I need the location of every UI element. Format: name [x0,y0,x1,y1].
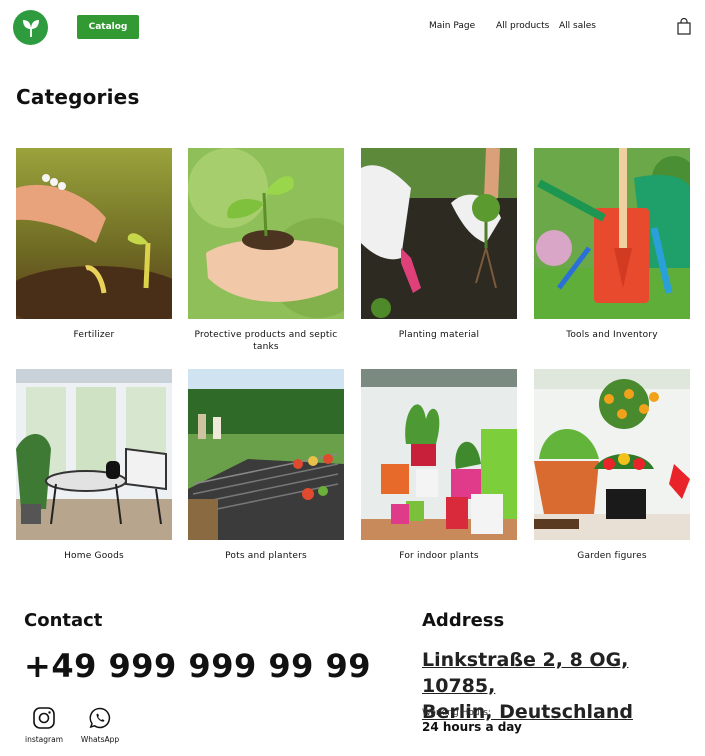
whatsapp-icon [89,707,111,729]
site-header: Catalog Main Page All products All sales [0,0,705,56]
instagram-icon [33,707,55,729]
phone-number[interactable]: +49 999 999 99 99 [24,647,371,685]
catalog-button[interactable]: Catalog [77,15,139,39]
address-line-1: Linkstraße 2, 8 OG, 10785, [422,649,629,697]
category-label: Fertilizer [73,330,115,340]
page-title: Categories [16,85,140,109]
leaf-icon [22,19,39,37]
shopping-bag-icon [677,17,691,35]
category-image [361,369,517,540]
category-label: Planting material [398,330,480,340]
category-image [361,148,517,319]
working-hours-value: 24 hours a day [422,720,522,734]
category-label: Pots and planters [225,551,307,561]
category-image [534,369,690,540]
category-image [16,369,172,540]
cart-button[interactable] [677,17,691,35]
category-label: Garden figures [577,551,647,561]
nav-main-page[interactable]: Main Page [429,21,475,31]
logo[interactable] [13,10,48,45]
category-image [534,148,690,319]
category-card-pots[interactable]: Pots and planters [188,369,344,562]
instagram-link[interactable]: instagram [22,706,66,744]
nav-all-products[interactable]: All products [496,21,549,31]
working-hours-label: Working Hours: [422,708,491,718]
instagram-label: instagram [24,735,64,744]
category-label: Protective products and septic tanks [194,330,338,352]
category-image [188,369,344,540]
category-card-home-goods[interactable]: Home Goods [16,369,172,562]
contact-heading: Contact [24,610,103,631]
category-card-protective[interactable]: Protective products and septic tanks [188,148,344,353]
nav-all-sales[interactable]: All sales [559,21,596,31]
category-image [188,148,344,319]
category-label: Tools and Inventory [566,330,658,340]
address-heading: Address [422,610,505,631]
whatsapp-label: WhatsApp [80,735,120,744]
category-card-planting[interactable]: Planting material [361,148,517,341]
category-label: Home Goods [64,551,124,561]
category-card-fertilizer[interactable]: Fertilizer [16,148,172,341]
category-card-indoor[interactable]: For indoor plants [361,369,517,562]
category-card-tools[interactable]: Tools and Inventory [534,148,690,341]
category-label: For indoor plants [399,551,479,561]
category-card-garden-figures[interactable]: Garden figures [534,369,690,562]
category-image [16,148,172,319]
whatsapp-link[interactable]: WhatsApp [78,706,122,744]
